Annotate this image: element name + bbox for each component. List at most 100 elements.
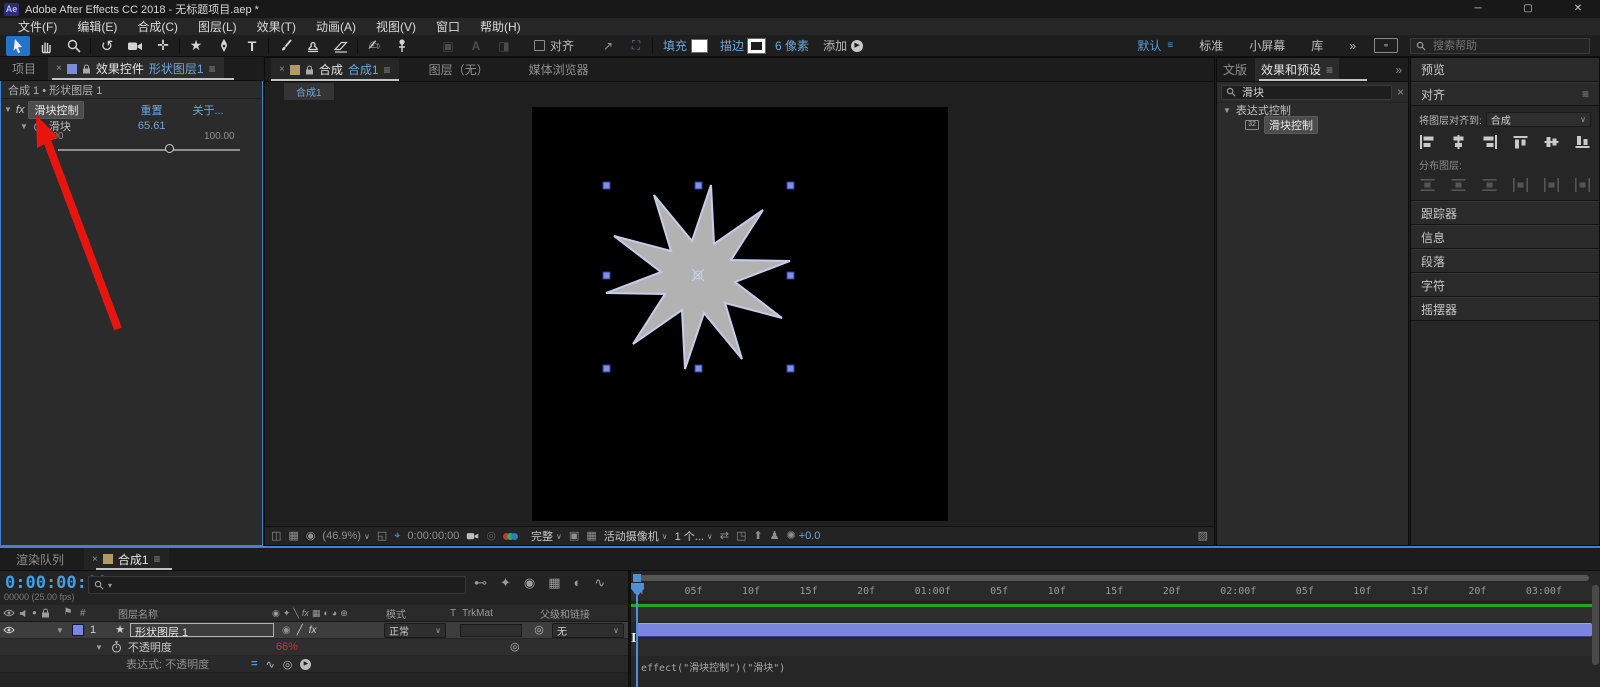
tab-overflow-icon[interactable]: »: [1395, 63, 1402, 77]
stroke-width-value[interactable]: 6 像素: [775, 37, 809, 54]
pixel-aspect-icon[interactable]: ◳: [736, 531, 746, 542]
slider-handle[interactable]: [165, 144, 174, 153]
shy-layers-icon[interactable]: ◉: [524, 576, 535, 589]
panel-wiggler-header[interactable]: 摇摆器: [1411, 297, 1599, 321]
panel-paragraph-header[interactable]: 段落: [1411, 249, 1599, 273]
layer-visibility-toggle[interactable]: [3, 626, 15, 634]
menu-window[interactable]: 窗口: [426, 18, 470, 35]
mode-column-header[interactable]: 模式: [376, 606, 446, 621]
layer-name-column-header[interactable]: 图层名称: [106, 606, 272, 621]
close-tab-icon[interactable]: ×: [92, 554, 98, 565]
transparency-grid-icon[interactable]: ▦: [586, 531, 596, 542]
stroke-swatch[interactable]: [748, 39, 765, 53]
layer-name-field[interactable]: 形状图层 1: [130, 623, 274, 637]
workspace-standard[interactable]: 标准: [1199, 37, 1223, 54]
expression-language-menu-icon[interactable]: ▶: [300, 659, 311, 670]
menu-layer[interactable]: 图层(L): [188, 18, 247, 35]
roi-icon[interactable]: ▣: [569, 531, 579, 542]
workspace-default[interactable]: 默认: [1137, 37, 1161, 54]
pan-behind-tool[interactable]: ✛: [151, 36, 175, 56]
timeline-search-input[interactable]: [116, 578, 460, 592]
snap-toggle[interactable]: 对齐: [534, 37, 574, 54]
menu-file[interactable]: 文件(F): [8, 18, 67, 35]
panel-align-header[interactable]: 对齐≡: [1411, 82, 1599, 106]
distribute-top-button[interactable]: [1419, 178, 1436, 192]
stroke-label[interactable]: 描边: [720, 37, 744, 54]
shy-toggle[interactable]: ◉: [282, 625, 291, 636]
align-bottom-button[interactable]: [1574, 135, 1591, 149]
tab-effects-presets[interactable]: 效果和预设 ≡: [1255, 58, 1339, 81]
lock-icon[interactable]: [82, 64, 91, 74]
workspace-overflow-icon[interactable]: »: [1349, 39, 1356, 53]
align-top-button[interactable]: [1512, 135, 1529, 149]
magnification-dropdown[interactable]: (46.9%)∨: [322, 530, 369, 542]
tab-composition[interactable]: × 合成 合成1 ≡: [271, 58, 399, 81]
pen-tool[interactable]: [212, 36, 236, 56]
menu-composition[interactable]: 合成(C): [127, 18, 188, 35]
reset-effect-link[interactable]: 重置: [140, 102, 162, 118]
stopwatch-icon[interactable]: [111, 641, 122, 653]
panel-character-header[interactable]: 字符: [1411, 273, 1599, 297]
camera-dropdown[interactable]: 活动摄像机∨: [604, 528, 668, 544]
layer-color-swatch[interactable]: [72, 624, 84, 636]
selection-tool[interactable]: [6, 36, 30, 56]
mask-visibility-icon[interactable]: ◉: [306, 531, 316, 542]
expression-code[interactable]: effect("滑块控制")("滑块"): [641, 659, 785, 674]
navigator-start-handle[interactable]: [633, 574, 641, 582]
channels-icon[interactable]: [503, 533, 518, 540]
lock-icon[interactable]: [305, 65, 314, 75]
trkmat-header[interactable]: TrkMat: [462, 608, 493, 619]
effects-search-field[interactable]: [1221, 85, 1392, 100]
fx-toggle[interactable]: fx: [309, 625, 317, 636]
exposure-control[interactable]: ✺+0.0: [786, 530, 820, 542]
parent-dropdown[interactable]: 无∨: [552, 623, 624, 638]
sync-settings-icon[interactable]: ⚭: [1374, 38, 1398, 53]
shape-tool[interactable]: ★: [184, 36, 208, 56]
time-navigator-bar[interactable]: [633, 575, 1589, 581]
parent-column-header[interactable]: 父级和链接: [526, 606, 590, 621]
tab-other-panel[interactable]: 文版: [1223, 61, 1247, 78]
camera-tool[interactable]: [123, 36, 147, 56]
workspace-menu-icon[interactable]: ≡: [1167, 40, 1173, 51]
always-preview-icon[interactable]: ◫: [271, 531, 281, 542]
align-to-dropdown[interactable]: 合成∨: [1486, 112, 1591, 127]
opacity-row[interactable]: ▼ 不透明度 66% ◎: [0, 639, 628, 656]
panel-menu-icon[interactable]: ≡: [154, 552, 161, 566]
layer-duration-bar[interactable]: [637, 623, 1592, 637]
time-ruler[interactable]: 0f 05f 10f 15f 20f 01:00f 05f 10f 15f 20…: [631, 583, 1592, 602]
fast-previews-icon[interactable]: ⬆: [753, 531, 762, 542]
tab-render-queue[interactable]: 渲染队列: [6, 551, 74, 568]
snap-checkbox[interactable]: [534, 40, 545, 51]
property-pickwhip-icon[interactable]: ◎: [510, 642, 520, 653]
panel-menu-icon[interactable]: ≡: [1326, 63, 1333, 77]
maximize-button[interactable]: ▢: [1506, 0, 1550, 18]
help-search-input[interactable]: [1431, 39, 1571, 53]
track-scrollbar[interactable]: [1592, 585, 1599, 665]
timeline-link-icon[interactable]: ♟: [770, 531, 780, 542]
about-effect-link[interactable]: 关于...: [192, 102, 223, 118]
twirl-down-icon[interactable]: ▼: [4, 105, 12, 114]
panel-tracker-header[interactable]: 跟踪器: [1411, 201, 1599, 225]
show-snapshot-icon[interactable]: ◎: [486, 531, 496, 542]
fill-swatch[interactable]: [691, 39, 708, 53]
twirl-down-icon[interactable]: ▼: [1223, 106, 1231, 115]
frame-blending-icon[interactable]: ▦: [548, 576, 560, 589]
distribute-left-button[interactable]: [1512, 178, 1529, 192]
effect-header-row[interactable]: ▼ fx 滑块控制 重置 关于...: [0, 101, 263, 118]
menu-animation[interactable]: 动画(A): [306, 18, 366, 35]
layer-twirl-icon[interactable]: ▼: [56, 626, 72, 635]
slider-track[interactable]: [58, 149, 240, 151]
expression-pickwhip-icon[interactable]: ◎: [283, 658, 293, 671]
view-layout-icon[interactable]: ⇄: [720, 531, 729, 542]
distribute-center-h-button[interactable]: [1543, 178, 1560, 192]
slider-control-item[interactable]: 32 滑块控制: [1217, 117, 1408, 132]
fill-label[interactable]: 填充: [663, 37, 687, 54]
marquee-icon[interactable]: ⛶: [624, 36, 648, 56]
quality-toggle[interactable]: ╱: [297, 625, 303, 636]
opacity-label[interactable]: 不透明度: [128, 639, 172, 655]
shrink-icon[interactable]: ↗: [596, 36, 620, 56]
distribute-right-button[interactable]: [1574, 178, 1591, 192]
clear-search-icon[interactable]: ×: [1397, 85, 1404, 99]
distribute-bottom-button[interactable]: [1481, 178, 1498, 192]
align-right-button[interactable]: [1481, 135, 1498, 149]
